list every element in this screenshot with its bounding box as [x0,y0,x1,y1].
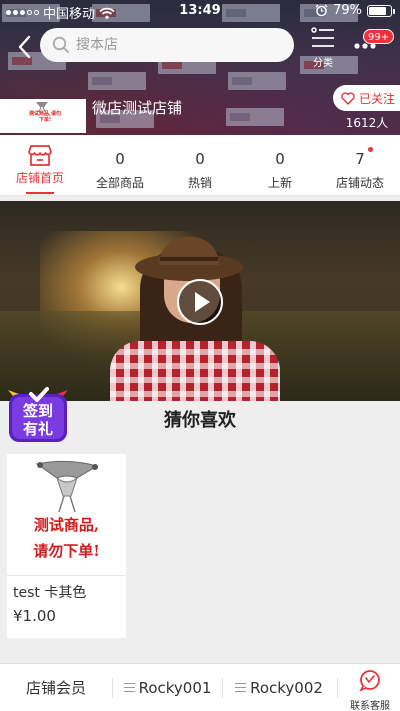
status-right: 79% [315,3,395,18]
bottom-bar: 店铺会员 Rocky001 Rocky002 联系客服 [0,663,400,711]
tab-all-products-label: 全部商品 [95,176,144,190]
new-activity-dot [368,147,373,152]
status-bar: 中国移动 13:49 79% [0,0,400,22]
search-bar[interactable] [40,28,294,62]
message-badge: 99+ [363,29,395,44]
product-name: test 卡其色 [13,585,87,601]
customer-service-icon [359,670,380,692]
shop-logo[interactable]: 测试商品,请勿下单! [0,99,86,133]
shop-tabs: 店铺首页 0 全部商品 0 热销 0 上新 7 店铺动态 [0,135,400,196]
tab-shop-news-label: 店铺动态 [335,176,384,190]
alarm-icon [315,4,328,17]
product-card[interactable]: 测试商品, 请勿下单! test 卡其色 ¥1.00 [7,454,126,638]
check-in-badge-line2: 有礼 [23,420,53,438]
check-in-badge-line1: 签到 [22,402,53,420]
shop-video[interactable] [0,201,400,401]
category-list-icon [311,27,334,47]
tab-new-arrivals-count: 0 [275,150,285,168]
product-image-text: 测试商品, 请勿下单! [7,512,126,564]
category-label: 分类 [313,58,333,69]
search-icon [52,36,69,53]
tab-hot-sales-count: 0 [195,150,205,168]
menu-lines-icon [235,683,247,692]
shop-logo-text: 测试商品,请勿下单! [29,111,61,123]
product-image-line1: 测试商品, [33,516,100,534]
menu-rocky002[interactable]: Rocky002 [223,664,335,711]
back-icon[interactable] [14,34,38,60]
tab-hot-sales-label: 热销 [187,176,212,190]
member-button[interactable]: 店铺会员 [0,664,112,711]
tab-all-products[interactable]: 0 全部商品 [80,135,160,195]
battery-percent: 79% [333,3,362,18]
shop-name: 微店测试店铺 [92,99,183,117]
tab-hot-sales[interactable]: 0 热销 [160,135,240,195]
menu-rocky001-label: Rocky001 [138,679,212,697]
menu-rocky001[interactable]: Rocky001 [113,664,222,711]
tab-new-arrivals-label: 上新 [267,176,292,190]
tab-shop-news-count: 7 [355,150,365,168]
video-person-hat [135,236,243,281]
check-in-gift-badge[interactable]: 签到 有礼 [5,386,71,444]
heart-icon [341,91,355,105]
product-image[interactable]: 测试商品, 请勿下单! [7,454,126,576]
tab-all-products-count: 0 [115,150,125,168]
product-figure-icon [35,460,99,513]
menu-rocky002-label: Rocky002 [250,679,323,697]
product-image-line2: 请勿下单! [33,542,100,560]
member-label: 店铺会员 [25,679,86,697]
play-button[interactable] [177,279,223,325]
customer-service-label: 联系客服 [350,701,390,711]
battery-icon [367,4,395,17]
category-button[interactable]: 分类 [306,27,340,69]
follow-button[interactable]: 已关注 [333,85,400,111]
follow-label: 已关注 [359,91,396,106]
shop-banner: 中国移动 13:49 79% 搜本店 分类 99+ 测试商品,请勿下单! 微店测… [0,0,400,135]
search-input[interactable] [76,37,286,53]
tab-home-label: 店铺首页 [15,171,64,185]
customer-service-button[interactable]: 联系客服 [340,664,400,711]
tab-new-arrivals[interactable]: 0 上新 [240,135,320,195]
product-price: ¥1.00 [13,607,56,625]
active-tab-indicator [26,192,54,194]
play-icon [195,292,210,312]
divider [337,678,338,698]
video-person-shirt [110,341,280,401]
tab-home[interactable]: 店铺首页 [0,135,80,195]
tab-shop-news[interactable]: 7 店铺动态 [320,135,400,195]
store-icon [28,145,52,166]
menu-lines-icon [123,683,135,692]
follower-count: 1612人 [345,116,389,130]
